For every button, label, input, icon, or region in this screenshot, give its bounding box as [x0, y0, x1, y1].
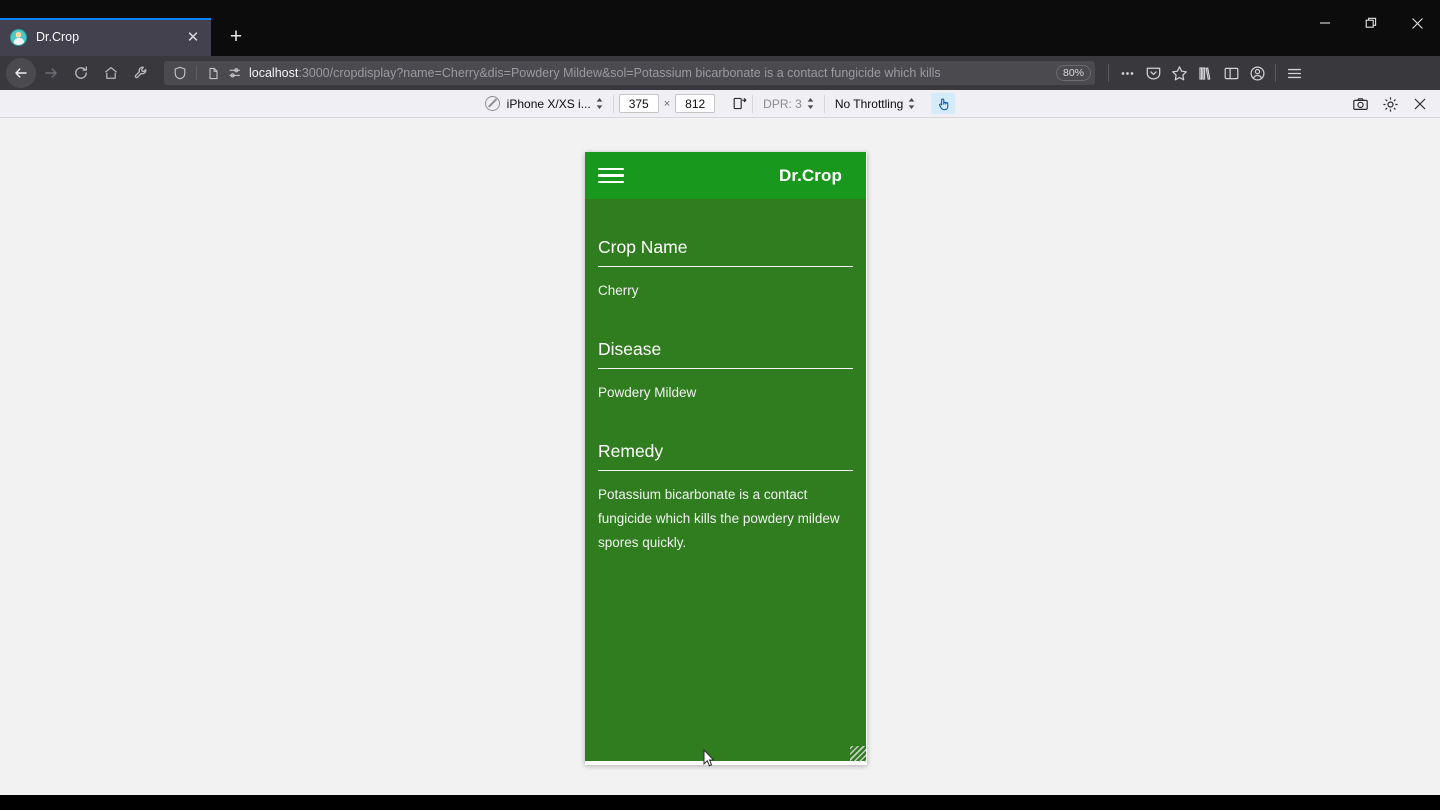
app-header: Dr.Crop: [585, 152, 866, 199]
permissions-icon[interactable]: [225, 63, 245, 83]
wrench-icon[interactable]: [126, 58, 156, 88]
reload-icon[interactable]: [66, 58, 96, 88]
sidebar-icon[interactable]: [1218, 60, 1244, 86]
forward-arrow-icon[interactable]: [36, 58, 66, 88]
url-text[interactable]: localhost:3000/cropdisplay?name=Cherry&d…: [249, 66, 1050, 80]
top-spacer: [598, 199, 853, 237]
browser-window: Dr.Crop ✕ + localhost:3000/cropdisplay?n…: [0, 0, 1440, 810]
browser-tab[interactable]: Dr.Crop ✕: [0, 18, 211, 56]
app-body: Crop Name Cherry Disease Powdery Mildew …: [585, 199, 866, 761]
tab-strip: Dr.Crop ✕ +: [0, 0, 1440, 56]
page-icon[interactable]: [203, 63, 223, 83]
field-label-crop-name: Crop Name: [598, 237, 688, 257]
chevron-updown-icon: [596, 98, 603, 109]
hamburger-menu-icon[interactable]: [598, 165, 624, 187]
url-divider: [196, 66, 197, 80]
app-viewport: Dr.Crop Crop Name Cherry Disease Powdery…: [585, 152, 866, 761]
url-host: localhost: [249, 66, 299, 80]
device-viewport-frame: Dr.Crop Crop Name Cherry Disease Powdery…: [585, 152, 867, 765]
url-bar[interactable]: localhost:3000/cropdisplay?name=Cherry&d…: [164, 61, 1095, 85]
app-brand-title: Dr.Crop: [778, 165, 842, 185]
minimize-icon[interactable]: [1302, 0, 1348, 46]
field-rule-crop-name: [598, 266, 853, 267]
camera-screenshot-icon[interactable]: [1346, 92, 1374, 116]
tab-title: Dr.Crop: [36, 30, 80, 44]
field-label-remedy: Remedy: [598, 441, 664, 462]
home-icon[interactable]: [96, 58, 126, 88]
throttling-label: No Throttling: [834, 96, 904, 111]
tab-close-icon[interactable]: ✕: [183, 27, 203, 47]
page-content-area: Dr.Crop Crop Name Cherry Disease Powdery…: [0, 118, 1440, 795]
field-value-disease: Powdery Mildew: [598, 385, 697, 401]
new-tab-button[interactable]: +: [219, 20, 253, 54]
url-bar-icons: [170, 63, 245, 83]
zoom-level-badge[interactable]: 80%: [1055, 65, 1091, 81]
dimension-separator: ×: [663, 97, 671, 110]
toolbar-divider-2: [1275, 64, 1276, 82]
rdm-right-controls: [1346, 90, 1434, 118]
url-path: :3000/cropdisplay?name=Cherry&dis=Powder…: [298, 66, 941, 80]
throttling-selector[interactable]: No Throttling: [825, 97, 925, 111]
shield-tracking-protection-icon[interactable]: [170, 63, 190, 83]
hamburger-bar-3: [598, 180, 624, 184]
responsive-design-mode-toolbar: iPhone X/XS i... 375 × 812 DPR: 3 No Thr…: [0, 90, 1440, 118]
field-remedy: Remedy Potassium bicarbonate is a contac…: [598, 405, 853, 555]
viewport-height-input[interactable]: 812: [675, 94, 716, 113]
hamburger-bar-1: [598, 167, 624, 171]
rotate-device-icon[interactable]: [726, 94, 752, 114]
close-rdm-icon[interactable]: [1406, 92, 1434, 116]
star-bookmark-icon[interactable]: [1166, 60, 1192, 86]
pocket-icon[interactable]: [1140, 60, 1166, 86]
library-icon[interactable]: [1192, 60, 1218, 86]
field-disease: Disease Powdery Mildew: [598, 303, 853, 405]
doctor-avatar-favicon: [10, 28, 27, 46]
back-arrow-icon[interactable]: [6, 58, 36, 88]
chevron-updown-icon-dpr: [807, 98, 814, 109]
viewport-width-input[interactable]: 375: [618, 94, 659, 113]
field-rule-disease: [598, 368, 853, 370]
navigation-toolbar: localhost:3000/cropdisplay?name=Cherry&d…: [0, 56, 1440, 90]
field-value-remedy: Potassium bicarbonate is a contact fungi…: [598, 487, 840, 551]
dpr-label: DPR: 3: [763, 96, 802, 111]
tab-active-indicator: [0, 18, 211, 20]
dpr-selector[interactable]: DPR: 3: [753, 97, 824, 111]
window-controls: [1302, 0, 1440, 46]
field-crop-name: Crop Name Cherry: [598, 237, 853, 303]
chevron-updown-icon-throttling: [908, 98, 915, 109]
restore-icon[interactable]: [1348, 0, 1394, 46]
account-icon[interactable]: [1244, 60, 1270, 86]
field-label-disease: Disease: [598, 339, 662, 360]
close-icon[interactable]: [1394, 0, 1440, 46]
no-device-selected-icon: [484, 96, 500, 111]
viewport-resize-handle[interactable]: [850, 746, 866, 762]
touch-simulation-icon[interactable]: [931, 93, 956, 114]
device-selector[interactable]: iPhone X/XS i...: [507, 97, 613, 111]
hamburger-bar-2: [598, 174, 624, 177]
device-selector-label: iPhone X/XS i...: [506, 96, 591, 111]
gear-settings-icon[interactable]: [1376, 92, 1404, 116]
toolbar-divider: [1108, 64, 1109, 82]
hamburger-menu-icon[interactable]: [1281, 60, 1307, 86]
page-actions-ellipsis-icon[interactable]: [1114, 60, 1140, 86]
toolbar-right-icons: [1192, 60, 1311, 86]
rdm-controls: iPhone X/XS i... 375 × 812 DPR: 3 No Thr…: [484, 93, 956, 114]
field-rule-remedy: [598, 470, 853, 472]
rdm-divider-1: [612, 94, 614, 113]
field-value-crop-name: Cherry: [598, 283, 639, 298]
bottom-black-bar: [0, 795, 1440, 810]
